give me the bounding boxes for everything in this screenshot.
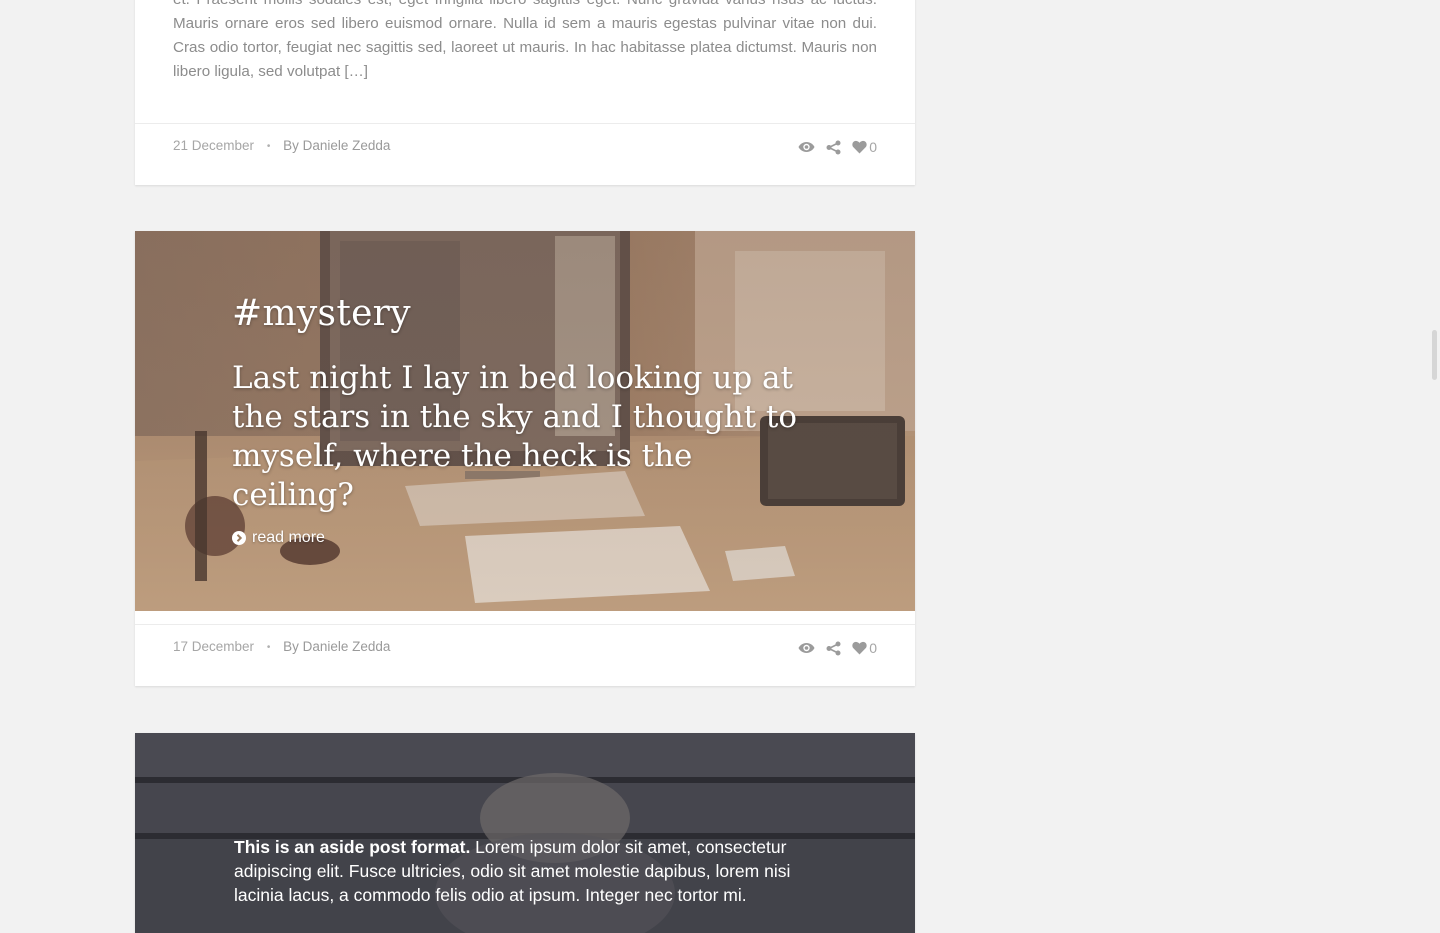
post-divider [135,624,915,625]
featured-image: This is an aside post format. Lorem ipsu… [135,733,915,933]
post-tag[interactable]: #mystery [232,293,411,334]
post-date[interactable]: 17 December [173,639,254,654]
post-card: This is an aside post format. Lorem ipsu… [135,733,915,933]
post-meta: 21 December • By Daniele Zedda [173,138,390,153]
post-card: #mystery Last night I lay in bed looking… [135,231,915,686]
heart-icon [852,641,867,655]
like-count: 0 [869,139,877,155]
post-author[interactable]: By Daniele Zedda [283,639,390,654]
share-icon[interactable] [826,140,841,155]
post-divider [135,123,915,124]
aside-lead: This is an aside post format. [234,837,471,857]
heart-icon [852,140,867,154]
meta-separator: • [266,642,271,653]
post-meta: 17 December • By Daniele Zedda [173,639,390,654]
featured-image[interactable]: #mystery Last night I lay in bed looking… [135,231,915,611]
post-author[interactable]: By Daniele Zedda [283,138,390,153]
chevron-circle-right-icon [232,531,246,545]
aside-content: This is an aside post format. Lorem ipsu… [234,835,834,907]
post-actions: 0 [798,139,877,155]
share-icon[interactable] [826,641,841,656]
eye-icon[interactable] [798,642,815,654]
post-card: et. Praesent mollis sodales est, eget fr… [135,0,915,185]
eye-icon[interactable] [798,141,815,153]
post-quote[interactable]: Last night I lay in bed looking up at th… [232,359,802,515]
post-date[interactable]: 21 December [173,138,254,153]
meta-separator: • [266,141,271,152]
like-button[interactable]: 0 [852,640,877,656]
scrollbar-thumb[interactable] [1432,330,1437,380]
read-more-label: read more [252,529,325,546]
post-excerpt: et. Praesent mollis sodales est, eget fr… [173,0,877,80]
like-count: 0 [869,640,877,656]
like-button[interactable]: 0 [852,139,877,155]
post-actions: 0 [798,640,877,656]
read-more-link[interactable]: read more [232,529,325,547]
